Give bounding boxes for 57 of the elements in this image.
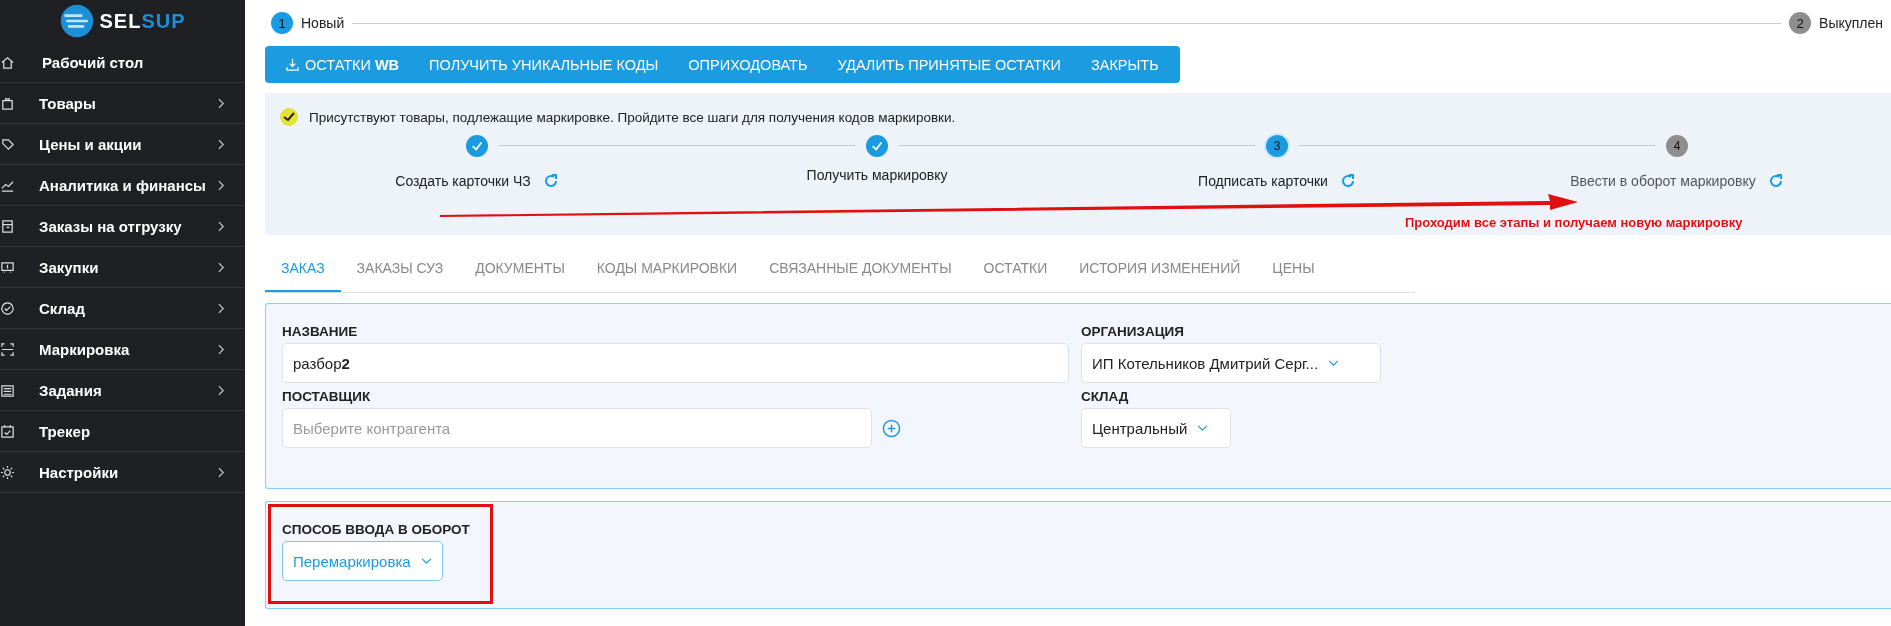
tab[interactable]: ЦЕНЫ: [1256, 247, 1331, 292]
sidebar-item[interactable]: Трекер: [0, 411, 245, 452]
warehouse-select[interactable]: Центральный: [1081, 408, 1231, 448]
caret-icon: [1197, 424, 1209, 432]
step-label: Получить маркировку: [806, 167, 948, 183]
sidebar-item[interactable]: Маркировка: [0, 329, 245, 370]
tab[interactable]: ЗАКАЗЫ СУЗ: [340, 247, 460, 292]
tab[interactable]: ИСТОРИЯ ИЗМЕНЕНИЙ: [1063, 247, 1257, 292]
caret-icon: [1328, 359, 1340, 367]
refresh-icon[interactable]: [542, 173, 559, 189]
logo-text: SELSUP: [99, 9, 186, 33]
field-label: НАЗВАНИЕ: [282, 324, 359, 339]
step-indicator: 3: [1266, 135, 1288, 157]
annotation-text: Проходим все этапы и получаем новую маркировку: [1405, 215, 1743, 230]
step-indicator: 4: [1666, 135, 1688, 157]
box-icon: [0, 218, 15, 234]
scan-icon: [0, 341, 15, 357]
step-label: Подписать карточки: [1198, 173, 1328, 189]
checklist-icon: [0, 382, 15, 398]
field-label: СКЛАД: [1081, 389, 1130, 404]
field-label: ОРГАНИЗАЦИЯ: [1081, 324, 1185, 339]
shopping-bag-icon: [0, 95, 15, 111]
logo-globe-icon: [59, 3, 96, 39]
field-label: ПОСТАВЩИК: [282, 389, 372, 404]
cart-icon: [0, 259, 15, 275]
refresh-icon[interactable]: [1339, 173, 1356, 189]
organization-select[interactable]: ИП Котельников Дмитрий Серг...: [1081, 343, 1381, 383]
caret-icon: [420, 557, 432, 565]
step-label: Создать карточки ЧЗ: [395, 173, 531, 189]
status-step: 1 Новый: [271, 12, 345, 34]
settings-icon: [0, 464, 15, 480]
download-icon: [286, 58, 299, 71]
sidebar-item[interactable]: Настройки: [0, 452, 245, 493]
check-badge-icon: [279, 107, 299, 127]
tab[interactable]: ДОКУМЕНТЫ: [459, 247, 581, 292]
tab[interactable]: КОДЫ МАРКИРОВКИ: [580, 247, 754, 292]
sidebar-item[interactable]: Закупки: [0, 247, 245, 288]
home-icon: [0, 54, 15, 70]
sidebar-item[interactable]: Задания: [0, 370, 245, 411]
tab[interactable]: ОСТАТКИ: [967, 247, 1064, 292]
tag-icon: [0, 136, 15, 152]
sidebar-item[interactable]: Товары: [0, 83, 245, 124]
name-field[interactable]: разбор2: [282, 343, 1069, 383]
status-step: 2 Выкуплен: [1789, 12, 1883, 34]
sidebar-item[interactable]: Аналитика и финансы: [0, 165, 245, 206]
calendar-check-icon: [0, 423, 15, 439]
step-label: Ввести в оборот маркировку: [1570, 173, 1756, 189]
field-label: СПОСОБ ВВОДА В ОБОРОТ: [282, 522, 470, 537]
supplier-field[interactable]: Выберите контрагента: [282, 408, 872, 448]
sidebar-item[interactable]: Склад: [0, 288, 245, 329]
refresh-icon[interactable]: [1767, 173, 1784, 189]
tab[interactable]: СВЯЗАННЫЕ ДОКУМЕНТЫ: [753, 247, 968, 292]
notice-text: Присутствуют товары, подлежащие маркировке. Пройдите все шаги для получения кодов маркировки.: [309, 109, 956, 125]
sidebar-item[interactable]: Рабочий стол: [0, 42, 245, 83]
add-icon[interactable]: [882, 418, 901, 438]
sidebar-item[interactable]: Цены и акции: [0, 124, 245, 165]
sidebar-item[interactable]: Заказы на отгрузку: [0, 206, 245, 247]
